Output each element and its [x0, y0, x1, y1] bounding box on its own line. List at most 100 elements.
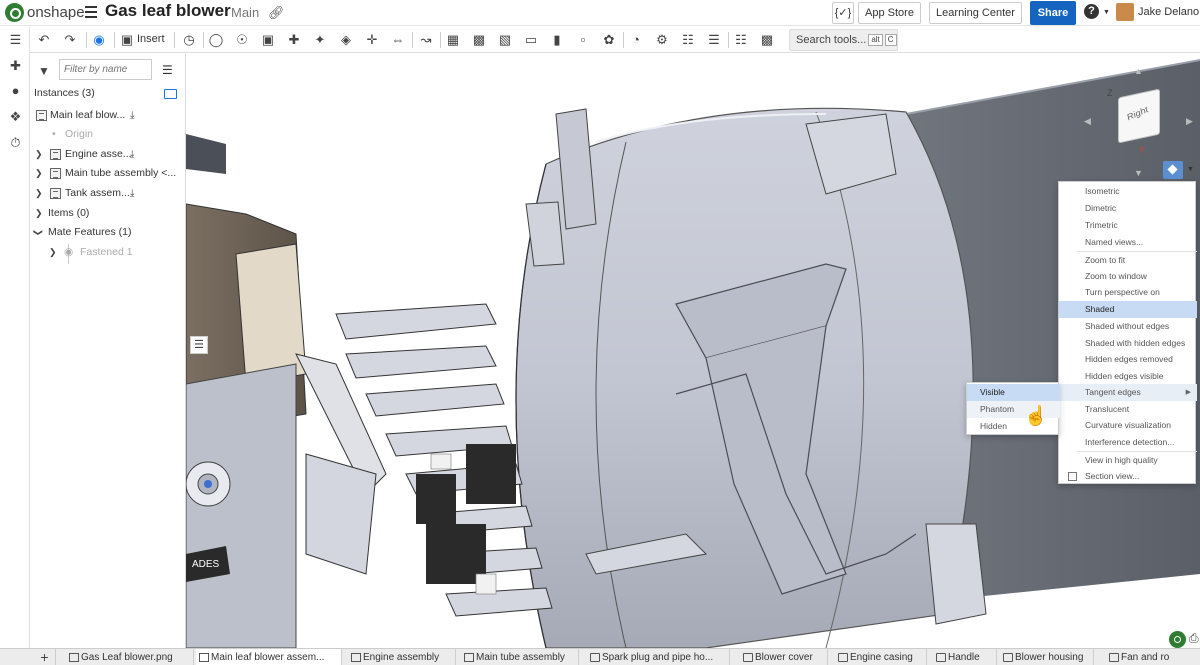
mirror-icon[interactable]: ▭	[523, 32, 539, 48]
menu-item-shaded-without-edges[interactable]: Shaded without edges	[1059, 318, 1197, 335]
pin-slot-mate-icon[interactable]: ◈	[338, 32, 354, 48]
help-chevron-down-icon[interactable]: ▼	[1103, 9, 1110, 16]
add-tab-button[interactable]: +	[34, 649, 56, 665]
print-icon[interactable]: ⎙	[1189, 631, 1199, 646]
history-icon[interactable]: ◷	[181, 32, 197, 48]
gear-icon[interactable]: ⚙	[654, 32, 670, 48]
menu-item-view-in-high-quality[interactable]: View in high quality	[1059, 452, 1197, 469]
cylindrical-mate-icon[interactable]: ✦	[312, 32, 328, 48]
expand-chevron-icon[interactable]: ❯	[35, 204, 43, 223]
menu-item-trimetric[interactable]: Trimetric	[1059, 217, 1197, 234]
menu-item-turn-perspective-on[interactable]: Turn perspective on	[1059, 284, 1197, 301]
menu-item-tangent-edges[interactable]: Tangent edges ▶	[1059, 384, 1197, 401]
mass-properties-icon[interactable]: ▩	[759, 32, 775, 48]
menu-item-translucent[interactable]: Translucent	[1059, 401, 1197, 418]
tab-blower-housing[interactable]: Blower housing	[1000, 649, 1094, 665]
slider-mate-icon[interactable]: ▣	[260, 32, 276, 48]
tree-row-main-leaf-blower[interactable]: Main leaf blow... ⤓	[30, 106, 186, 125]
hamburger-icon[interactable]	[85, 6, 97, 18]
link-tool-icon[interactable]: ◔	[628, 32, 644, 48]
undo-icon[interactable]: ↶	[36, 32, 52, 48]
menu-item-shaded-with-hidden-edges[interactable]: Shaded with hidden edges	[1059, 335, 1197, 352]
menu-item-named-views[interactable]: Named views...	[1059, 234, 1197, 251]
graphics-viewport[interactable]: ADES	[186, 54, 1200, 648]
planar-mate-icon[interactable]: ✚	[286, 32, 302, 48]
search-tools-input[interactable]: Search tools... alt C	[789, 29, 898, 51]
variables-button[interactable]: {✓}	[832, 2, 854, 24]
menu-item-zoom-to-fit[interactable]: Zoom to fit	[1059, 252, 1197, 269]
view-options-icon[interactable]	[1163, 161, 1183, 179]
menu-item-dimetric[interactable]: Dimetric	[1059, 200, 1197, 217]
expand-chevron-icon[interactable]: ❯	[35, 164, 43, 183]
tree-row-origin[interactable]: • Origin	[30, 125, 186, 144]
list-view-icon[interactable]: ☰	[162, 63, 173, 77]
learning-center-button[interactable]: Learning Center	[929, 2, 1022, 24]
ball-mate-icon[interactable]: ✛	[364, 32, 380, 48]
insert-icon[interactable]: ▣	[119, 32, 135, 48]
link-icon[interactable]: 🔗︎	[268, 5, 285, 21]
replicate-icon[interactable]: ▩	[471, 32, 487, 48]
explode-icon[interactable]: ▫	[575, 32, 591, 48]
tangent-mate-icon[interactable]: ↝	[418, 32, 434, 48]
collapse-chevron-icon[interactable]: ❯	[28, 229, 47, 237]
submenu-item-visible[interactable]: Visible	[967, 384, 1060, 401]
filter-by-name-input[interactable]	[59, 59, 152, 80]
timer-icon[interactable]: ⏱	[7, 134, 24, 151]
tab-engine-casing[interactable]: Engine casing	[835, 649, 927, 665]
tab-main-leaf-blower-assembly[interactable]: Main leaf blower assem...	[196, 649, 342, 665]
expand-chevron-icon[interactable]: ❯	[35, 184, 43, 203]
model-render[interactable]: ADES	[186, 54, 1200, 648]
screw-icon[interactable]: ☰	[706, 32, 722, 48]
tree-row-tank-assembly[interactable]: ❯ Tank assem... ⤓	[30, 184, 186, 203]
view-cube[interactable]: Right	[1118, 88, 1160, 144]
gear-relation-icon[interactable]: ✿	[601, 32, 617, 48]
tab-spark-plug-and-pipe-housing[interactable]: Spark plug and pipe ho...	[587, 649, 730, 665]
redo-icon[interactable]: ↷	[62, 32, 78, 48]
expand-chevron-icon[interactable]: ❯	[35, 145, 43, 164]
menu-item-curvature-visualization[interactable]: Curvature visualization	[1059, 417, 1197, 434]
tab-bar-left-icon[interactable]	[0, 649, 30, 665]
add-folder-icon[interactable]	[164, 89, 177, 99]
tab-fan-and-rotor[interactable]: Fan and ro	[1106, 649, 1200, 665]
filter-icon[interactable]: ▼	[38, 64, 50, 78]
mate-connector-tool-icon[interactable]: ▮	[549, 32, 565, 48]
group-icon[interactable]: ▦	[445, 32, 461, 48]
menu-item-hidden-edges-removed[interactable]: Hidden edges removed	[1059, 351, 1197, 368]
share-button[interactable]: Share	[1030, 1, 1076, 25]
user-name[interactable]: Jake Delano	[1138, 6, 1199, 18]
menu-item-shaded[interactable]: Shaded	[1059, 301, 1197, 318]
menu-item-hidden-edges-visible[interactable]: Hidden edges visible	[1059, 368, 1197, 385]
parts-icon[interactable]: ❖	[7, 108, 24, 125]
mate-connector-icon[interactable]: ✚	[7, 57, 24, 74]
items-header[interactable]: ❯ Items (0)	[30, 204, 186, 223]
rack-pinion-icon[interactable]: ☷	[680, 32, 696, 48]
pattern-icon[interactable]: ▧	[497, 32, 513, 48]
parallel-mate-icon[interactable]: ⇔	[390, 32, 406, 48]
instances-header[interactable]: Instances (3)	[30, 84, 186, 103]
app-store-button[interactable]: App Store	[858, 2, 921, 24]
feature-list-icon[interactable]: ☰	[7, 31, 24, 48]
menu-item-isometric[interactable]: Isometric	[1059, 183, 1197, 200]
revolute-mate-icon[interactable]: ☉	[234, 32, 250, 48]
avatar[interactable]	[1116, 3, 1134, 21]
tab-gas-leaf-blower-png[interactable]: Gas Leaf blower.png	[66, 649, 194, 665]
tree-row-main-tube-assembly[interactable]: ❯ Main tube assembly <...	[30, 164, 186, 183]
document-title[interactable]: Gas leaf blower	[105, 1, 231, 21]
tab-blower-cover[interactable]: Blower cover	[740, 649, 828, 665]
workspace-label[interactable]: Main	[231, 5, 259, 20]
measure-icon[interactable]: ☷	[733, 32, 749, 48]
onshape-status-icon[interactable]	[1169, 631, 1186, 648]
help-icon[interactable]: ?	[1084, 4, 1099, 19]
tab-engine-assembly[interactable]: Engine assembly	[348, 649, 456, 665]
menu-item-section-view[interactable]: Section view...	[1059, 468, 1197, 485]
view-options-chevron-down-icon[interactable]: ▼	[1187, 166, 1194, 173]
menu-item-zoom-to-window[interactable]: Zoom to window	[1059, 268, 1197, 285]
rotate-left-icon[interactable]: ◀	[1084, 116, 1091, 127]
onshape-logo-icon[interactable]	[5, 3, 24, 22]
rotate-right-icon[interactable]: ▶	[1186, 116, 1193, 127]
rotate-up-icon[interactable]: ▲	[1134, 66, 1143, 76]
mate-icon[interactable]: ◉	[91, 32, 107, 48]
rotate-down-icon[interactable]: ▼	[1134, 168, 1143, 178]
tree-row-fastened-1[interactable]: ❯ ◉ Fastened 1	[30, 243, 186, 262]
fastened-mate-icon[interactable]: ◯	[208, 32, 224, 48]
